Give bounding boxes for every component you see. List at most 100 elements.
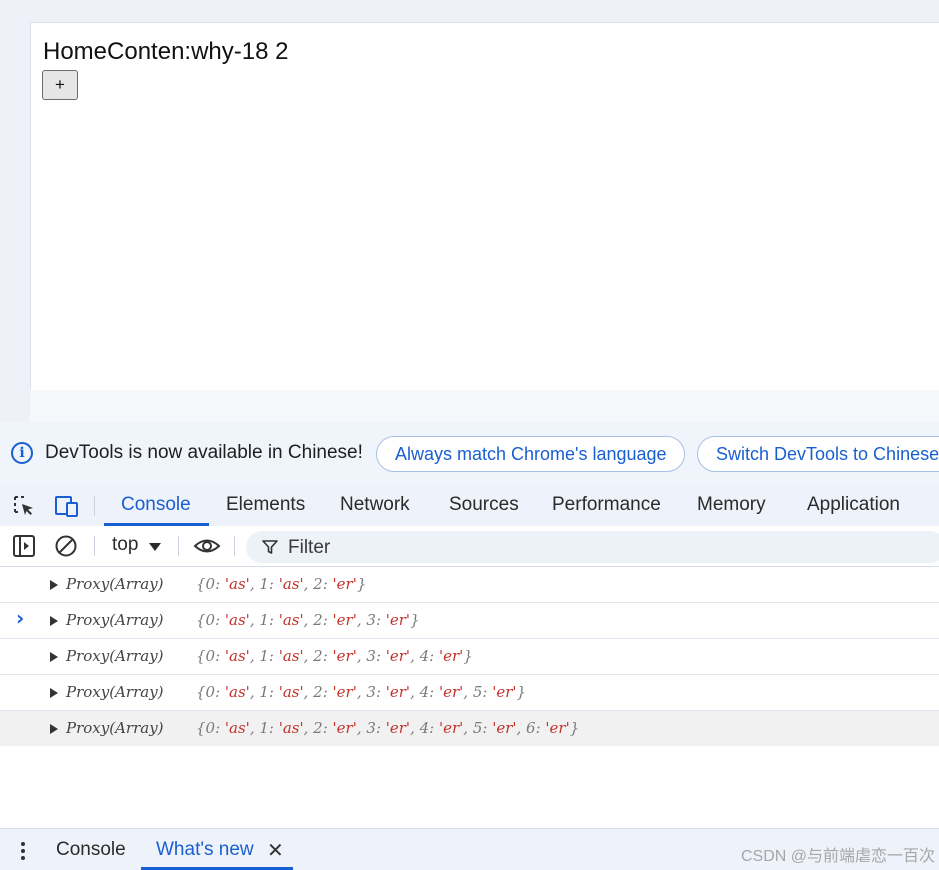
- chevron-down-icon: [149, 543, 161, 551]
- log-string-value: 'as': [278, 647, 304, 665]
- viewport-bottom-strip: [30, 390, 939, 422]
- log-value: {0: 'as', 1: 'as', 2: 'er'}: [196, 575, 367, 593]
- log-key: 0: [205, 611, 216, 629]
- sidebar-toggle-icon[interactable]: [12, 534, 36, 558]
- log-string-value: 'er': [545, 719, 570, 737]
- filter-placeholder: Filter: [288, 537, 331, 558]
- log-string-value: 'as': [224, 683, 250, 701]
- log-value: {0: 'as', 1: 'as', 2: 'er', 3: 'er', 4: …: [196, 719, 580, 737]
- console-log-row[interactable]: Proxy(Array) {0: 'as', 1: 'as', 2: 'er'}: [0, 567, 939, 603]
- log-type-label: Proxy(Array): [66, 719, 164, 737]
- log-key: 4: [419, 647, 430, 665]
- log-key: 2: [313, 647, 323, 665]
- log-value: {0: 'as', 1: 'as', 2: 'er', 3: 'er'}: [196, 611, 420, 629]
- info-icon: i: [11, 442, 33, 464]
- infobar-message: DevTools is now available in Chinese!: [45, 442, 363, 463]
- log-string-value: 'er': [332, 647, 357, 665]
- log-type-label: Proxy(Array): [66, 647, 164, 665]
- inspect-element-icon[interactable]: [12, 494, 36, 518]
- console-log-list: Proxy(Array) {0: 'as', 1: 'as', 2: 'er'} P…: [0, 567, 939, 746]
- match-language-button[interactable]: Always match Chrome's language: [376, 436, 685, 472]
- console-prompt[interactable]: ›: [16, 606, 24, 630]
- tab-memory[interactable]: Memory: [697, 486, 766, 526]
- drawer-tab-whats-new[interactable]: What's new: [156, 839, 254, 861]
- filter-input[interactable]: Filter: [246, 531, 939, 563]
- language-infobar: i DevTools is now available in Chinese! …: [0, 422, 939, 486]
- tab-console[interactable]: Console: [121, 486, 191, 526]
- log-string-value: 'as': [224, 647, 250, 665]
- log-string-value: 'er': [438, 719, 464, 737]
- log-string-value: 'er': [385, 719, 411, 737]
- console-log-row[interactable]: Proxy(Array) {0: 'as', 1: 'as', 2: 'er', …: [0, 603, 939, 639]
- close-icon[interactable]: ✕: [267, 838, 284, 862]
- log-string-value: 'er': [385, 683, 411, 701]
- log-string-value: 'as': [224, 719, 250, 737]
- log-string-value: 'as': [224, 611, 250, 629]
- expand-arrow-icon[interactable]: [50, 652, 58, 662]
- log-string-value: 'as': [278, 719, 304, 737]
- console-log-row[interactable]: Proxy(Array) {0: 'as', 1: 'as', 2: 'er', …: [0, 711, 939, 746]
- log-string-value: 'er': [332, 575, 357, 593]
- log-string-value: 'as': [278, 611, 304, 629]
- log-key: 1: [259, 575, 269, 593]
- filter-icon: [262, 539, 278, 560]
- console-log-row[interactable]: Proxy(Array) {0: 'as', 1: 'as', 2: 'er', …: [0, 639, 939, 675]
- switch-language-button[interactable]: Switch DevTools to Chinese: [697, 436, 939, 472]
- console-output: Proxy(Array) {0: 'as', 1: 'as', 2: 'er'} P…: [0, 567, 939, 746]
- log-value: {0: 'as', 1: 'as', 2: 'er', 3: 'er', 4: …: [196, 647, 473, 665]
- log-key: 3: [366, 719, 376, 737]
- log-string-value: 'er': [438, 647, 464, 665]
- tab-application[interactable]: Application: [807, 486, 900, 526]
- context-selector[interactable]: top: [112, 534, 138, 556]
- toolbar-divider: [94, 496, 95, 516]
- tab-performance[interactable]: Performance: [552, 486, 661, 526]
- log-key: 1: [259, 719, 269, 737]
- kebab-menu-icon[interactable]: [21, 842, 25, 863]
- log-string-value: 'er': [438, 683, 464, 701]
- log-key: 0: [205, 683, 216, 701]
- device-toggle-icon[interactable]: [54, 494, 78, 518]
- log-key: 5: [472, 719, 483, 737]
- log-key: 1: [259, 683, 269, 701]
- log-key: 2: [313, 719, 323, 737]
- log-key: 2: [313, 575, 323, 593]
- live-expression-icon[interactable]: [193, 534, 221, 558]
- log-key: 2: [313, 683, 323, 701]
- increment-button[interactable]: +: [42, 70, 78, 100]
- log-value: {0: 'as', 1: 'as', 2: 'er', 3: 'er', 4: …: [196, 683, 527, 701]
- log-string-value: 'er': [385, 611, 411, 629]
- log-key: 6: [526, 719, 536, 737]
- devtools-drawer: Console What's new ✕ CSDN @与前端虐恋一百次: [0, 828, 939, 870]
- log-key: 3: [366, 683, 376, 701]
- expand-arrow-icon[interactable]: [50, 616, 58, 626]
- log-key: 5: [472, 683, 483, 701]
- log-string-value: 'er': [385, 647, 411, 665]
- drawer-tab-console[interactable]: Console: [56, 839, 126, 861]
- log-type-label: Proxy(Array): [66, 575, 164, 593]
- expand-arrow-icon[interactable]: [50, 724, 58, 734]
- log-string-value: 'er': [492, 719, 517, 737]
- clear-console-icon[interactable]: [54, 534, 78, 558]
- toolbar-divider: [234, 536, 235, 556]
- log-key: 4: [419, 683, 430, 701]
- devtools-panel: i DevTools is now available in Chinese! …: [0, 422, 939, 870]
- log-type-label: Proxy(Array): [66, 611, 164, 629]
- log-string-value: 'er': [332, 683, 357, 701]
- log-key: 3: [366, 611, 376, 629]
- console-toolbar: top Filter: [0, 526, 939, 567]
- log-key: 1: [259, 611, 269, 629]
- tab-network[interactable]: Network: [340, 486, 410, 526]
- log-string-value: 'er': [332, 611, 357, 629]
- tab-elements[interactable]: Elements: [226, 486, 305, 526]
- log-string-value: 'er': [332, 719, 357, 737]
- log-key: 2: [313, 611, 323, 629]
- page-viewport: HomeConten:why-18 2 +: [30, 22, 939, 391]
- log-key: 0: [205, 575, 216, 593]
- expand-arrow-icon[interactable]: [50, 688, 58, 698]
- expand-arrow-icon[interactable]: [50, 580, 58, 590]
- tab-sources[interactable]: Sources: [449, 486, 519, 526]
- console-log-row[interactable]: Proxy(Array) {0: 'as', 1: 'as', 2: 'er', …: [0, 675, 939, 711]
- log-key: 3: [366, 647, 376, 665]
- log-key: 1: [259, 647, 269, 665]
- log-string-value: 'as': [224, 575, 250, 593]
